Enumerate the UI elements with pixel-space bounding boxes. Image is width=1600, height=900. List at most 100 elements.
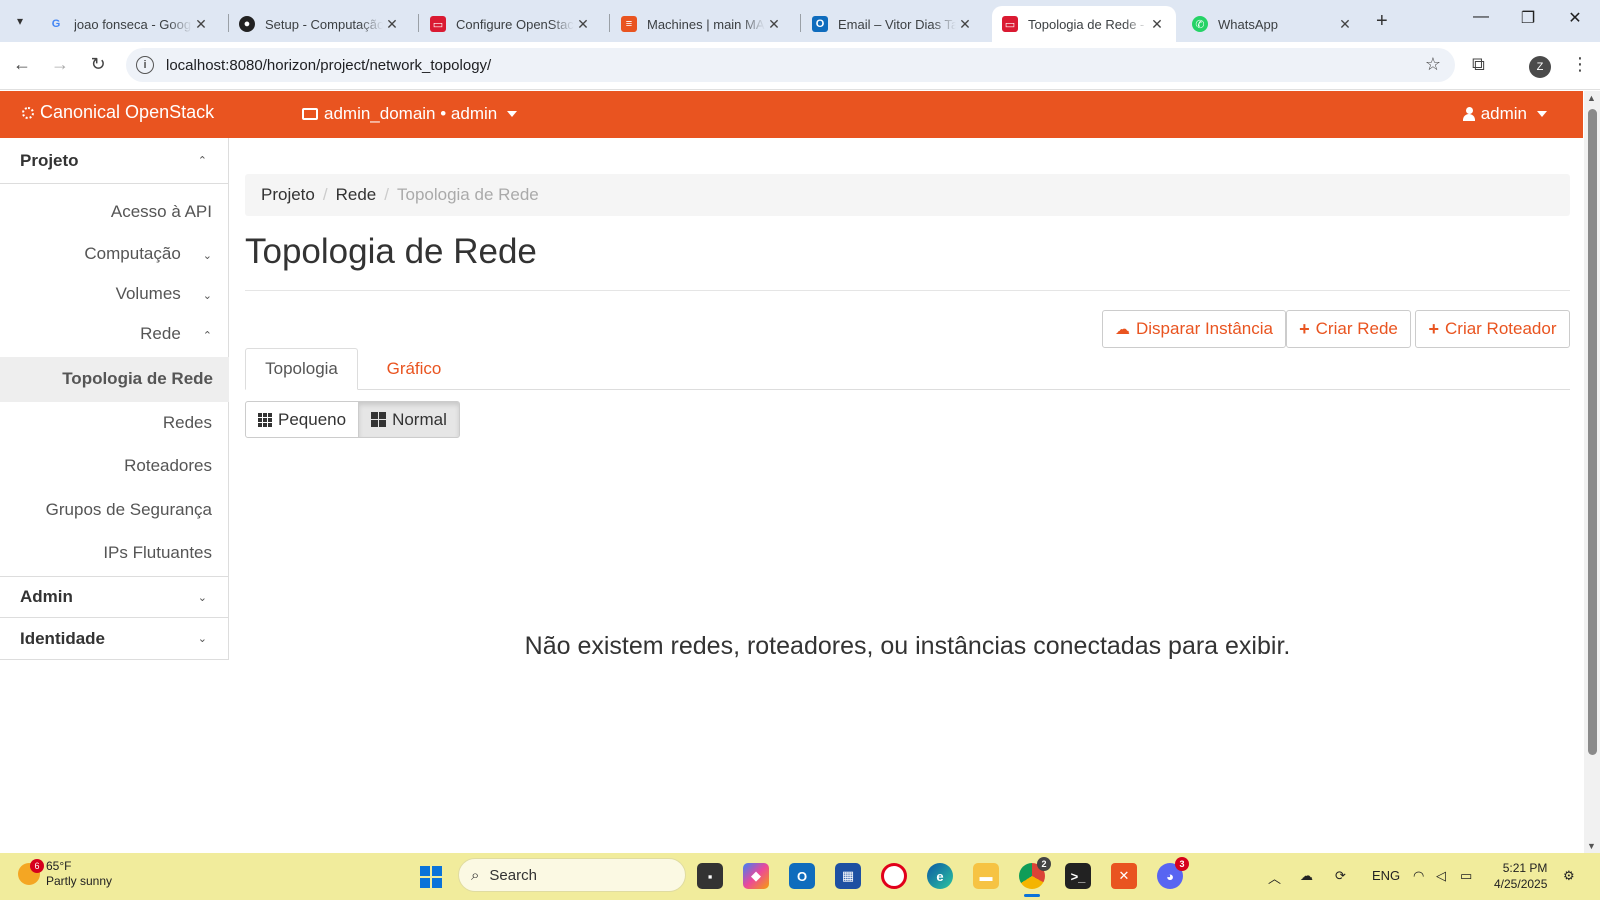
windows-start-icon[interactable] — [420, 866, 442, 888]
partly-sunny-icon: 6 — [18, 859, 44, 885]
scroll-up-icon[interactable]: ▲ — [1587, 93, 1596, 103]
weather-temp: 65°F — [46, 859, 72, 873]
reload-icon[interactable]: ↻ — [86, 54, 110, 75]
breadcrumb-separator: / — [322, 185, 328, 204]
close-window-icon[interactable]: ✕ — [1552, 8, 1598, 28]
discord-icon[interactable]: ◕ 3 — [1157, 857, 1189, 889]
create-network-button[interactable]: + Criar Rede — [1286, 310, 1411, 348]
brand-logo[interactable]: Canonical OpenStack — [22, 102, 214, 123]
volume-icon[interactable]: ◁ — [1436, 868, 1446, 884]
chevron-down-icon: ⌄ — [202, 250, 212, 262]
sync-icon[interactable]: ⟳ — [1335, 868, 1346, 884]
size-small-button[interactable]: Pequeno — [245, 401, 360, 438]
scrollbar-thumb[interactable] — [1588, 109, 1597, 755]
sidebar-item-ips-flutuantes[interactable]: IPs Flutuantes — [103, 543, 212, 563]
task-view-icon[interactable]: ▪ — [697, 863, 723, 889]
sidebar-item-topologia-de-rede[interactable]: Topologia de Rede — [0, 357, 229, 402]
taskbar-search[interactable]: ⌕ Search — [458, 858, 686, 892]
browser-tab[interactable]: ● Setup - Computação ✕ — [229, 6, 411, 42]
plus-icon: + — [1428, 318, 1439, 339]
breadcrumb-rede[interactable]: Rede — [336, 185, 377, 205]
tray-chevron-up-icon[interactable]: ︿ — [1268, 868, 1281, 887]
user-menu[interactable]: admin — [1462, 104, 1547, 124]
grid-large-icon — [371, 412, 387, 427]
sidebar-item-redes[interactable]: Redes — [163, 413, 212, 433]
chevron-up-icon: ⌃ — [197, 155, 207, 167]
sidebar-item-rede[interactable]: Rede ⌃ — [140, 324, 212, 344]
sidebar-item-volumes[interactable]: Volumes ⌄ — [116, 284, 212, 304]
browser-tab-strip: ▾ G joao fonseca - Googl ✕ ● Setup - Com… — [0, 0, 1600, 42]
user-name: admin — [1480, 104, 1527, 123]
wifi-icon[interactable]: ◠ — [1413, 868, 1424, 884]
notifications-icon[interactable]: ⚙ — [1563, 868, 1575, 884]
user-icon — [1462, 107, 1475, 121]
sidebar-section-label: Identidade — [20, 628, 106, 648]
grid-small-icon — [258, 412, 272, 427]
project-selector-label: admin_domain • admin — [324, 104, 498, 123]
copilot-icon[interactable]: ◆ — [743, 863, 769, 889]
browser-tab[interactable]: ≡ Machines | main MA ✕ — [611, 6, 793, 42]
terminal-icon[interactable]: >_ — [1065, 863, 1091, 889]
close-tab-icon[interactable]: ✕ — [956, 16, 974, 33]
launch-instance-button[interactable]: ☁ Disparar Instância — [1102, 310, 1286, 348]
scroll-down-icon[interactable]: ▼ — [1587, 841, 1596, 851]
extensions-icon[interactable]: ⧉ — [1472, 54, 1485, 75]
address-bar[interactable]: i localhost:8080/horizon/project/network… — [126, 48, 1455, 82]
page-scrollbar[interactable]: ▲ ▼ — [1584, 91, 1600, 853]
sidebar-section-projeto[interactable]: Projeto ⌃ — [0, 138, 229, 184]
sidebar-section-identidade[interactable]: Identidade ⌄ — [0, 618, 229, 660]
sidebar-item-label: Roteadores — [124, 456, 212, 475]
launch-instance-label: Disparar Instância — [1135, 319, 1273, 338]
outlook-app-icon[interactable]: O — [789, 863, 815, 889]
create-router-button[interactable]: + Criar Roteador — [1415, 310, 1570, 348]
close-tab-icon[interactable]: ✕ — [574, 16, 592, 33]
close-tab-icon[interactable]: ✕ — [383, 16, 401, 33]
weather-widget[interactable]: 6 65°F Partly sunny — [18, 859, 112, 889]
onedrive-icon[interactable]: ☁ — [1300, 868, 1313, 884]
sidebar-item-api-access[interactable]: Acesso à API — [111, 202, 212, 222]
minimize-icon[interactable]: — — [1458, 8, 1504, 26]
sidebar-item-computacao[interactable]: Computação ⌄ — [84, 244, 212, 264]
edge-icon[interactable]: e — [927, 863, 953, 889]
browser-tab[interactable]: ✆ WhatsApp ✕ — [1182, 6, 1364, 42]
sidebar-item-grupos-de-seguranca[interactable]: Grupos de Segurança — [46, 500, 212, 520]
tab-search-chevron-icon[interactable]: ▾ — [6, 7, 34, 35]
new-tab-icon[interactable]: + — [1376, 10, 1388, 33]
close-tab-icon[interactable]: ✕ — [765, 16, 783, 33]
sidebar-section-admin[interactable]: Admin ⌄ — [0, 576, 229, 618]
sidebar-item-roteadores[interactable]: Roteadores — [124, 456, 212, 476]
profile-avatar[interactable]: Z — [1529, 56, 1551, 78]
weather-badge: 6 — [30, 859, 44, 873]
browser-tab[interactable]: G joao fonseca - Googl ✕ — [38, 6, 220, 42]
forward-icon[interactable]: → — [48, 54, 72, 75]
tab-topologia[interactable]: Topologia — [245, 348, 358, 390]
browser-tab[interactable]: ▭ Configure OpenStack ✕ — [420, 6, 602, 42]
opera-icon[interactable] — [881, 863, 907, 889]
restore-icon[interactable]: ❐ — [1505, 8, 1551, 28]
browser-menu-icon[interactable]: ⋮ — [1571, 54, 1589, 75]
size-normal-button[interactable]: Normal — [358, 401, 460, 438]
close-tab-icon[interactable]: ✕ — [1148, 16, 1166, 33]
chrome-icon[interactable]: 2 — [1019, 857, 1051, 889]
browser-tab-active[interactable]: ▭ Topologia de Rede - ✕ — [992, 6, 1176, 42]
bookmark-star-icon[interactable]: ☆ — [1425, 54, 1441, 75]
whatsapp-icon: ✆ — [1192, 16, 1208, 32]
outlook-icon: O — [812, 16, 828, 32]
search-icon: ⌕ — [471, 866, 480, 884]
site-info-icon[interactable]: i — [136, 56, 154, 74]
tab-grafico[interactable]: Gráfico — [364, 348, 464, 390]
project-selector[interactable]: admin_domain • admin — [302, 104, 518, 124]
language-indicator[interactable]: ENG — [1372, 868, 1400, 883]
close-tab-icon[interactable]: ✕ — [1336, 16, 1354, 33]
file-explorer-icon[interactable]: ▬ — [973, 863, 999, 889]
microsoft-store-icon[interactable]: ▦ — [835, 863, 861, 889]
size-normal-label: Normal — [392, 409, 447, 429]
close-tab-icon[interactable]: ✕ — [192, 16, 210, 33]
system-clock[interactable]: 5:21 PM 4/25/2025 — [1494, 860, 1547, 892]
ubuntu-app-icon[interactable]: ✕ — [1111, 863, 1137, 889]
url-text[interactable]: localhost:8080/horizon/project/network_t… — [166, 57, 491, 74]
back-icon[interactable]: ← — [10, 54, 34, 75]
breadcrumb-projeto[interactable]: Projeto — [261, 185, 315, 205]
battery-icon[interactable]: ▭ — [1460, 868, 1472, 884]
browser-tab[interactable]: O Email – Vitor Dias Ta ✕ — [802, 6, 984, 42]
